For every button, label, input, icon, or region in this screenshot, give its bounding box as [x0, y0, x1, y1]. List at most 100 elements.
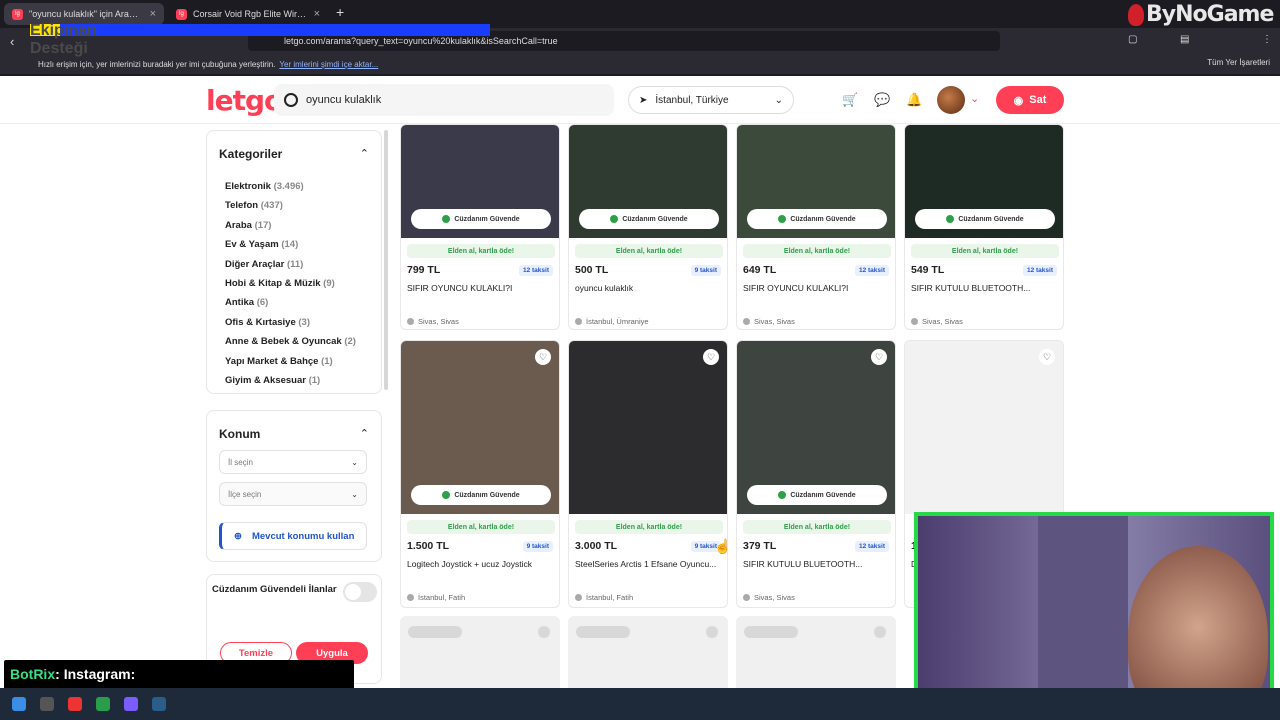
- steam-icon[interactable]: [152, 697, 166, 711]
- extensions-icon[interactable]: ▢: [1128, 34, 1137, 45]
- search-bar[interactable]: oyuncu kulaklık: [274, 84, 614, 116]
- listing-title: Logitech Joystick + ucuz Joystick: [407, 559, 532, 569]
- cart-icon[interactable]: 🛒: [842, 92, 858, 108]
- sidebar-icon[interactable]: ▤: [1180, 34, 1189, 45]
- windows-icon[interactable]: [12, 697, 26, 711]
- installment-badge: 9 taksit: [690, 265, 721, 276]
- botrix-label: Instagram:: [63, 666, 136, 682]
- heart-icon[interactable]: ♡: [871, 349, 887, 365]
- sidebar-scrollbar[interactable]: [384, 130, 388, 390]
- location-selector[interactable]: ➤ İstanbul, Türkiye ⌄: [628, 86, 794, 114]
- listing-title: SIFIR KUTULU BLUETOOTH...: [911, 283, 1031, 293]
- category-item[interactable]: Hobi & Kitap & Müzik (9): [225, 274, 356, 293]
- category-item[interactable]: Araba (17): [225, 216, 356, 235]
- wallet-guard-badge: Cüzdanım Güvende: [579, 209, 719, 229]
- pay-badge: Elden al, kartla öde!: [575, 520, 723, 534]
- location-label: İstanbul, Türkiye: [655, 94, 729, 106]
- category-item[interactable]: Antika (6): [225, 293, 356, 312]
- mouse-cursor-icon: ☝: [714, 538, 732, 554]
- listing-title: SIFIR OYUNCU KULAKLI?I: [407, 283, 513, 293]
- loading-card: [736, 616, 896, 688]
- app-icon[interactable]: [96, 697, 110, 711]
- back-icon[interactable]: ‹: [10, 34, 14, 49]
- listing-price: 649 TL: [743, 264, 777, 276]
- tab-title: "oyuncu kulaklık" için Arama Sonuçları: [29, 9, 144, 19]
- botrix-name: BotRix: [10, 666, 56, 682]
- category-item[interactable]: Diğer Araçlar (11): [225, 255, 356, 274]
- chat-icon[interactable]: 💬: [874, 92, 890, 108]
- sell-button[interactable]: ◉ Sat: [996, 86, 1064, 114]
- pay-badge: Elden al, kartla öde!: [407, 520, 555, 534]
- wallet-guard-badge: Cüzdanım Güvende: [411, 209, 551, 229]
- letgo-logo[interactable]: letgo: [206, 84, 283, 117]
- discord-icon[interactable]: [124, 697, 138, 711]
- pay-badge: Elden al, kartla öde!: [911, 244, 1059, 258]
- close-icon[interactable]: ×: [314, 8, 320, 20]
- heart-icon[interactable]: ♡: [535, 349, 551, 365]
- listing-location: İstanbul, Fatih: [407, 593, 465, 602]
- all-bookmarks-folder[interactable]: Tüm Yer İşaretleri: [1207, 58, 1270, 67]
- close-icon[interactable]: ×: [150, 8, 156, 20]
- heart-icon[interactable]: ♡: [703, 349, 719, 365]
- category-item[interactable]: Telefon (437): [225, 196, 356, 215]
- flame-icon: [1128, 3, 1144, 26]
- use-current-location-button[interactable]: ⊕ Mevcut konumu kullan: [219, 522, 367, 550]
- search-icon[interactable]: [40, 697, 54, 711]
- chevron-down-icon: ⌄: [351, 489, 358, 499]
- heart-icon[interactable]: ♡: [1039, 349, 1055, 365]
- chevron-down-icon: ⌄: [351, 457, 358, 467]
- chevron-down-icon[interactable]: ⌄: [970, 92, 979, 105]
- category-item[interactable]: Elektronik (3.496): [225, 177, 356, 196]
- listing-price: 799 TL: [407, 264, 441, 276]
- import-bookmarks-link[interactable]: Yer imlerini şimdi içe aktar...: [279, 60, 378, 69]
- bell-icon[interactable]: 🔔: [906, 92, 922, 108]
- listing-card[interactable]: Cüzdanım Güvende Elden al, kartla öde! 500…: [568, 124, 728, 330]
- district-select[interactable]: İlçe seçin ⌄: [219, 482, 367, 506]
- listing-location: Sivas, Sivas: [407, 317, 459, 326]
- wallet-filter-toggle[interactable]: [343, 582, 377, 602]
- browser-tab-product[interactable]: lg Corsair Void Rgb Elite Wireless 7.1 O…: [168, 3, 328, 25]
- listing-price: 1.500 TL: [407, 540, 450, 552]
- category-item[interactable]: Ev & Yaşam (14): [225, 235, 356, 254]
- location-arrow-icon: ➤: [639, 94, 648, 106]
- chevron-up-icon[interactable]: ⌃: [360, 427, 369, 440]
- loading-card: [400, 616, 560, 688]
- search-icon: [284, 93, 298, 107]
- pin-icon: [743, 594, 750, 601]
- listing-card[interactable]: Cüzdanım Güvende Elden al, kartla öde! 799…: [400, 124, 560, 330]
- site-header: letgo oyuncu kulaklık ➤ İstanbul, Türkiy…: [0, 76, 1280, 124]
- category-item[interactable]: Anne & Bebek & Oyuncak (2): [225, 332, 356, 351]
- category-item[interactable]: Ofis & Kırtasiye (3): [225, 313, 356, 332]
- listing-price: 379 TL: [743, 540, 777, 552]
- listing-card[interactable]: Cüzdanım Güvende Elden al, kartla öde! 649…: [736, 124, 896, 330]
- category-item[interactable]: Giyim & Aksesuar (1): [225, 371, 356, 390]
- wallet-filter-label: Cüzdanım Güvendeli İlanlar: [212, 584, 337, 595]
- listing-title: SIFIR KUTULU BLUETOOTH...: [743, 559, 863, 569]
- category-item[interactable]: Yapı Market & Bahçe (1): [225, 352, 356, 371]
- avatar[interactable]: [937, 86, 965, 114]
- pin-icon: [575, 318, 582, 325]
- listing-card[interactable]: ♡ Cüzdanım Güvende Elden al, kartla öde! 37…: [736, 340, 896, 608]
- listing-card[interactable]: Cüzdanım Güvende Elden al, kartla öde! 549…: [904, 124, 1064, 330]
- listing-location: İstanbul, Ümraniye: [575, 317, 649, 326]
- search-input[interactable]: oyuncu kulaklık: [306, 94, 381, 106]
- city-select[interactable]: İl seçin ⌄: [219, 450, 367, 474]
- category-list: Elektronik (3.496) Telefon (437) Araba (17…: [225, 177, 356, 390]
- new-tab-icon[interactable]: +: [336, 4, 344, 20]
- pin-icon: [911, 318, 918, 325]
- listing-card[interactable]: ♡ Cüzdanım Güvende Elden al, kartla öde! 1.…: [400, 340, 560, 608]
- chevron-down-icon: ⌄: [774, 94, 783, 106]
- menu-icon[interactable]: ⋮: [1262, 34, 1272, 45]
- listing-title: oyuncu kulaklık: [575, 283, 634, 293]
- location-title: Konum: [219, 427, 261, 441]
- listing-card[interactable]: ♡ Elden al, kartla öde! 3.000 TL 9 taksit St…: [568, 340, 728, 608]
- browser-icon[interactable]: [68, 697, 82, 711]
- installment-badge: 12 taksit: [854, 265, 889, 276]
- wallet-guard-badge: Cüzdanım Güvende: [747, 485, 887, 505]
- pin-icon: [743, 318, 750, 325]
- wallet-guard-badge: Cüzdanım Güvende: [747, 209, 887, 229]
- listing-image: [905, 341, 1063, 514]
- installment-badge: 9 taksit: [522, 541, 553, 552]
- chevron-up-icon[interactable]: ⌃: [360, 147, 369, 160]
- listing-location: Sivas, Sivas: [743, 317, 795, 326]
